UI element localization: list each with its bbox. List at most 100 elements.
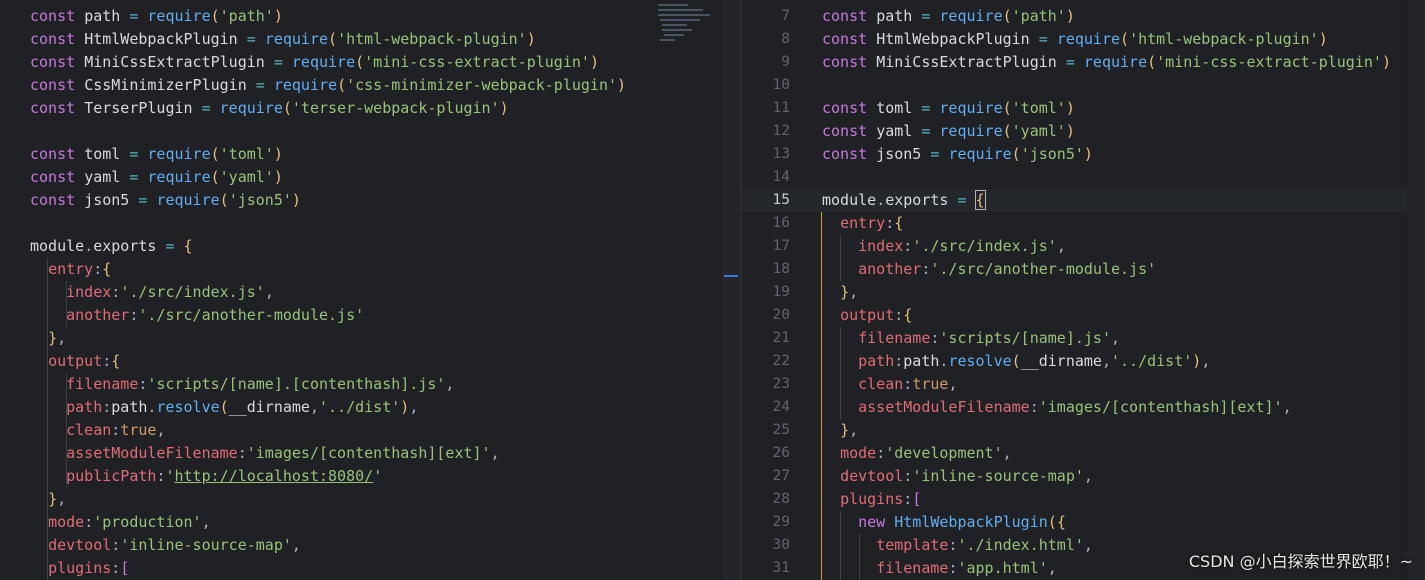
code-line[interactable]: output:{ bbox=[0, 350, 740, 373]
line-number: 15 bbox=[772, 192, 790, 208]
code-text: }, bbox=[48, 329, 67, 347]
code-line[interactable]: 14 bbox=[742, 166, 1425, 189]
line-number: 21 bbox=[772, 330, 790, 346]
left-editor-pane[interactable]: const path = require('path') const HtmlWe… bbox=[0, 0, 740, 580]
code-line[interactable]: 22 path:path.resolve(__dirname,'../dist'… bbox=[742, 350, 1425, 373]
code-text: }, bbox=[840, 283, 859, 301]
code-text: template:'./index.html', bbox=[876, 536, 1093, 554]
code-text: devtool:'inline-source-map', bbox=[840, 467, 1093, 485]
minimap[interactable] bbox=[650, 0, 722, 60]
line-number: 8 bbox=[781, 31, 790, 47]
code-text: assetModuleFilename:'images/[contenthash… bbox=[858, 398, 1292, 416]
code-line[interactable]: 17 index:'./src/index.js', bbox=[742, 235, 1425, 258]
code-line[interactable]: const HtmlWebpackPlugin = require('html-… bbox=[0, 28, 740, 51]
code-line[interactable] bbox=[0, 212, 740, 235]
code-line[interactable]: 18 another:'./src/another-module.js' bbox=[742, 258, 1425, 281]
code-line[interactable] bbox=[0, 120, 740, 143]
code-line[interactable]: const TerserPlugin = require('terser-web… bbox=[0, 97, 740, 120]
code-line[interactable]: const MiniCssExtractPlugin = require('mi… bbox=[0, 51, 740, 74]
scroll-marker bbox=[724, 275, 738, 277]
code-line[interactable]: 25 }, bbox=[742, 419, 1425, 442]
code-line[interactable]: const toml = require('toml') bbox=[0, 143, 740, 166]
code-line[interactable]: filename:'scripts/[name].[contenthash].j… bbox=[0, 373, 740, 396]
code-line[interactable]: 8 const HtmlWebpackPlugin = require('html… bbox=[742, 28, 1425, 51]
line-number: 22 bbox=[772, 353, 790, 369]
code-text: const MiniCssExtractPlugin = require('mi… bbox=[30, 53, 599, 71]
code-line[interactable]: }, bbox=[0, 327, 740, 350]
code-text: publicPath:'http://localhost:8080/' bbox=[66, 467, 383, 485]
code-text: filename:'app.html', bbox=[876, 559, 1057, 577]
code-line[interactable]: clean:true, bbox=[0, 419, 740, 442]
line-number: 18 bbox=[772, 261, 790, 277]
code-line[interactable]: publicPath:'http://localhost:8080/' bbox=[0, 465, 740, 488]
code-text: plugins:[ bbox=[48, 559, 130, 577]
code-line[interactable]: 9 const MiniCssExtractPlugin = require('m… bbox=[742, 51, 1425, 74]
code-line[interactable]: 26 mode:'development', bbox=[742, 442, 1425, 465]
code-text: output:{ bbox=[48, 352, 121, 370]
code-text: mode:'production', bbox=[48, 513, 211, 531]
code-text: module.exports = { bbox=[822, 190, 986, 210]
code-text: filename:'scripts/[name].js', bbox=[858, 329, 1121, 347]
left-scrollbar[interactable] bbox=[722, 0, 740, 580]
code-text: devtool:'inline-source-map', bbox=[48, 536, 301, 554]
code-line[interactable]: const json5 = require('json5') bbox=[0, 189, 740, 212]
code-line[interactable]: path:path.resolve(__dirname,'../dist'), bbox=[0, 396, 740, 419]
code-line[interactable]: const path = require('path') bbox=[0, 5, 740, 28]
line-number: 20 bbox=[772, 307, 790, 323]
line-number: 13 bbox=[772, 146, 790, 162]
code-line[interactable]: 23 clean:true, bbox=[742, 373, 1425, 396]
line-number: 28 bbox=[772, 491, 790, 507]
code-line[interactable]: const yaml = require('yaml') bbox=[0, 166, 740, 189]
line-number: 30 bbox=[772, 537, 790, 553]
code-line[interactable]: assetModuleFilename:'images/[contenthash… bbox=[0, 442, 740, 465]
code-text: const CssMinimizerPlugin = require('css-… bbox=[30, 76, 627, 94]
code-line[interactable]: module.exports = { bbox=[0, 235, 740, 258]
code-text: }, bbox=[840, 421, 859, 439]
right-code-area[interactable]: 7 const path = require('path') 8 const Html… bbox=[742, 5, 1425, 580]
code-text: path:path.resolve(__dirname,'../dist'), bbox=[66, 398, 419, 416]
code-line[interactable]: 7 const path = require('path') bbox=[742, 5, 1425, 28]
code-line[interactable]: 11 const toml = require('toml') bbox=[742, 97, 1425, 120]
right-editor-pane[interactable]: 7 const path = require('path') 8 const Html… bbox=[742, 0, 1425, 580]
code-line[interactable]: 29 new HtmlWebpackPlugin({ bbox=[742, 511, 1425, 534]
line-number: 29 bbox=[772, 514, 790, 530]
left-code-area[interactable]: const path = require('path') const HtmlWe… bbox=[0, 5, 740, 580]
code-line[interactable]: devtool:'inline-source-map', bbox=[0, 534, 740, 557]
code-text: const path = require('path') bbox=[30, 7, 283, 25]
code-line[interactable]: 13 const json5 = require('json5') bbox=[742, 143, 1425, 166]
code-text: const TerserPlugin = require('terser-web… bbox=[30, 99, 509, 117]
code-line[interactable]: }, bbox=[0, 488, 740, 511]
code-line[interactable]: 16 entry:{ bbox=[742, 212, 1425, 235]
code-text: index:'./src/index.js', bbox=[66, 283, 274, 301]
code-line[interactable]: 12 const yaml = require('yaml') bbox=[742, 120, 1425, 143]
code-line[interactable]: const CssMinimizerPlugin = require('css-… bbox=[0, 74, 740, 97]
code-line[interactable]: 19 }, bbox=[742, 281, 1425, 304]
line-number: 24 bbox=[772, 399, 790, 415]
code-line[interactable]: 20 output:{ bbox=[742, 304, 1425, 327]
code-text: output:{ bbox=[840, 306, 913, 324]
code-text: another:'./src/another-module.js' bbox=[858, 260, 1157, 278]
code-text: }, bbox=[48, 490, 67, 508]
watermark: CSDN @小白探索世界欧耶！~ bbox=[1188, 552, 1413, 571]
code-text: const HtmlWebpackPlugin = require('html-… bbox=[822, 30, 1328, 48]
code-line[interactable]: another:'./src/another-module.js' bbox=[0, 304, 740, 327]
code-line[interactable]: mode:'production', bbox=[0, 511, 740, 534]
line-number: 11 bbox=[772, 100, 790, 116]
code-line[interactable]: 10 bbox=[742, 74, 1425, 97]
diff-editor: const path = require('path') const HtmlWe… bbox=[0, 0, 1425, 580]
code-text: clean:true, bbox=[66, 421, 166, 439]
code-text: const toml = require('toml') bbox=[822, 99, 1075, 117]
code-text: entry:{ bbox=[840, 214, 904, 232]
code-line[interactable]: entry:{ bbox=[0, 258, 740, 281]
code-line[interactable]: 24 assetModuleFilename:'images/[contenth… bbox=[742, 396, 1425, 419]
code-text: filename:'scripts/[name].[contenthash].j… bbox=[66, 375, 455, 393]
right-scrollbar[interactable] bbox=[1407, 0, 1425, 580]
code-text: const json5 = require('json5') bbox=[30, 191, 301, 209]
code-line[interactable]: 21 filename:'scripts/[name].js', bbox=[742, 327, 1425, 350]
code-line[interactable]: 15 module.exports = { bbox=[742, 189, 1425, 212]
code-line[interactable]: plugins:[ bbox=[0, 557, 740, 580]
code-line[interactable]: index:'./src/index.js', bbox=[0, 281, 740, 304]
code-line[interactable]: 28 plugins:[ bbox=[742, 488, 1425, 511]
code-line[interactable]: 27 devtool:'inline-source-map', bbox=[742, 465, 1425, 488]
line-number: 26 bbox=[772, 445, 790, 461]
